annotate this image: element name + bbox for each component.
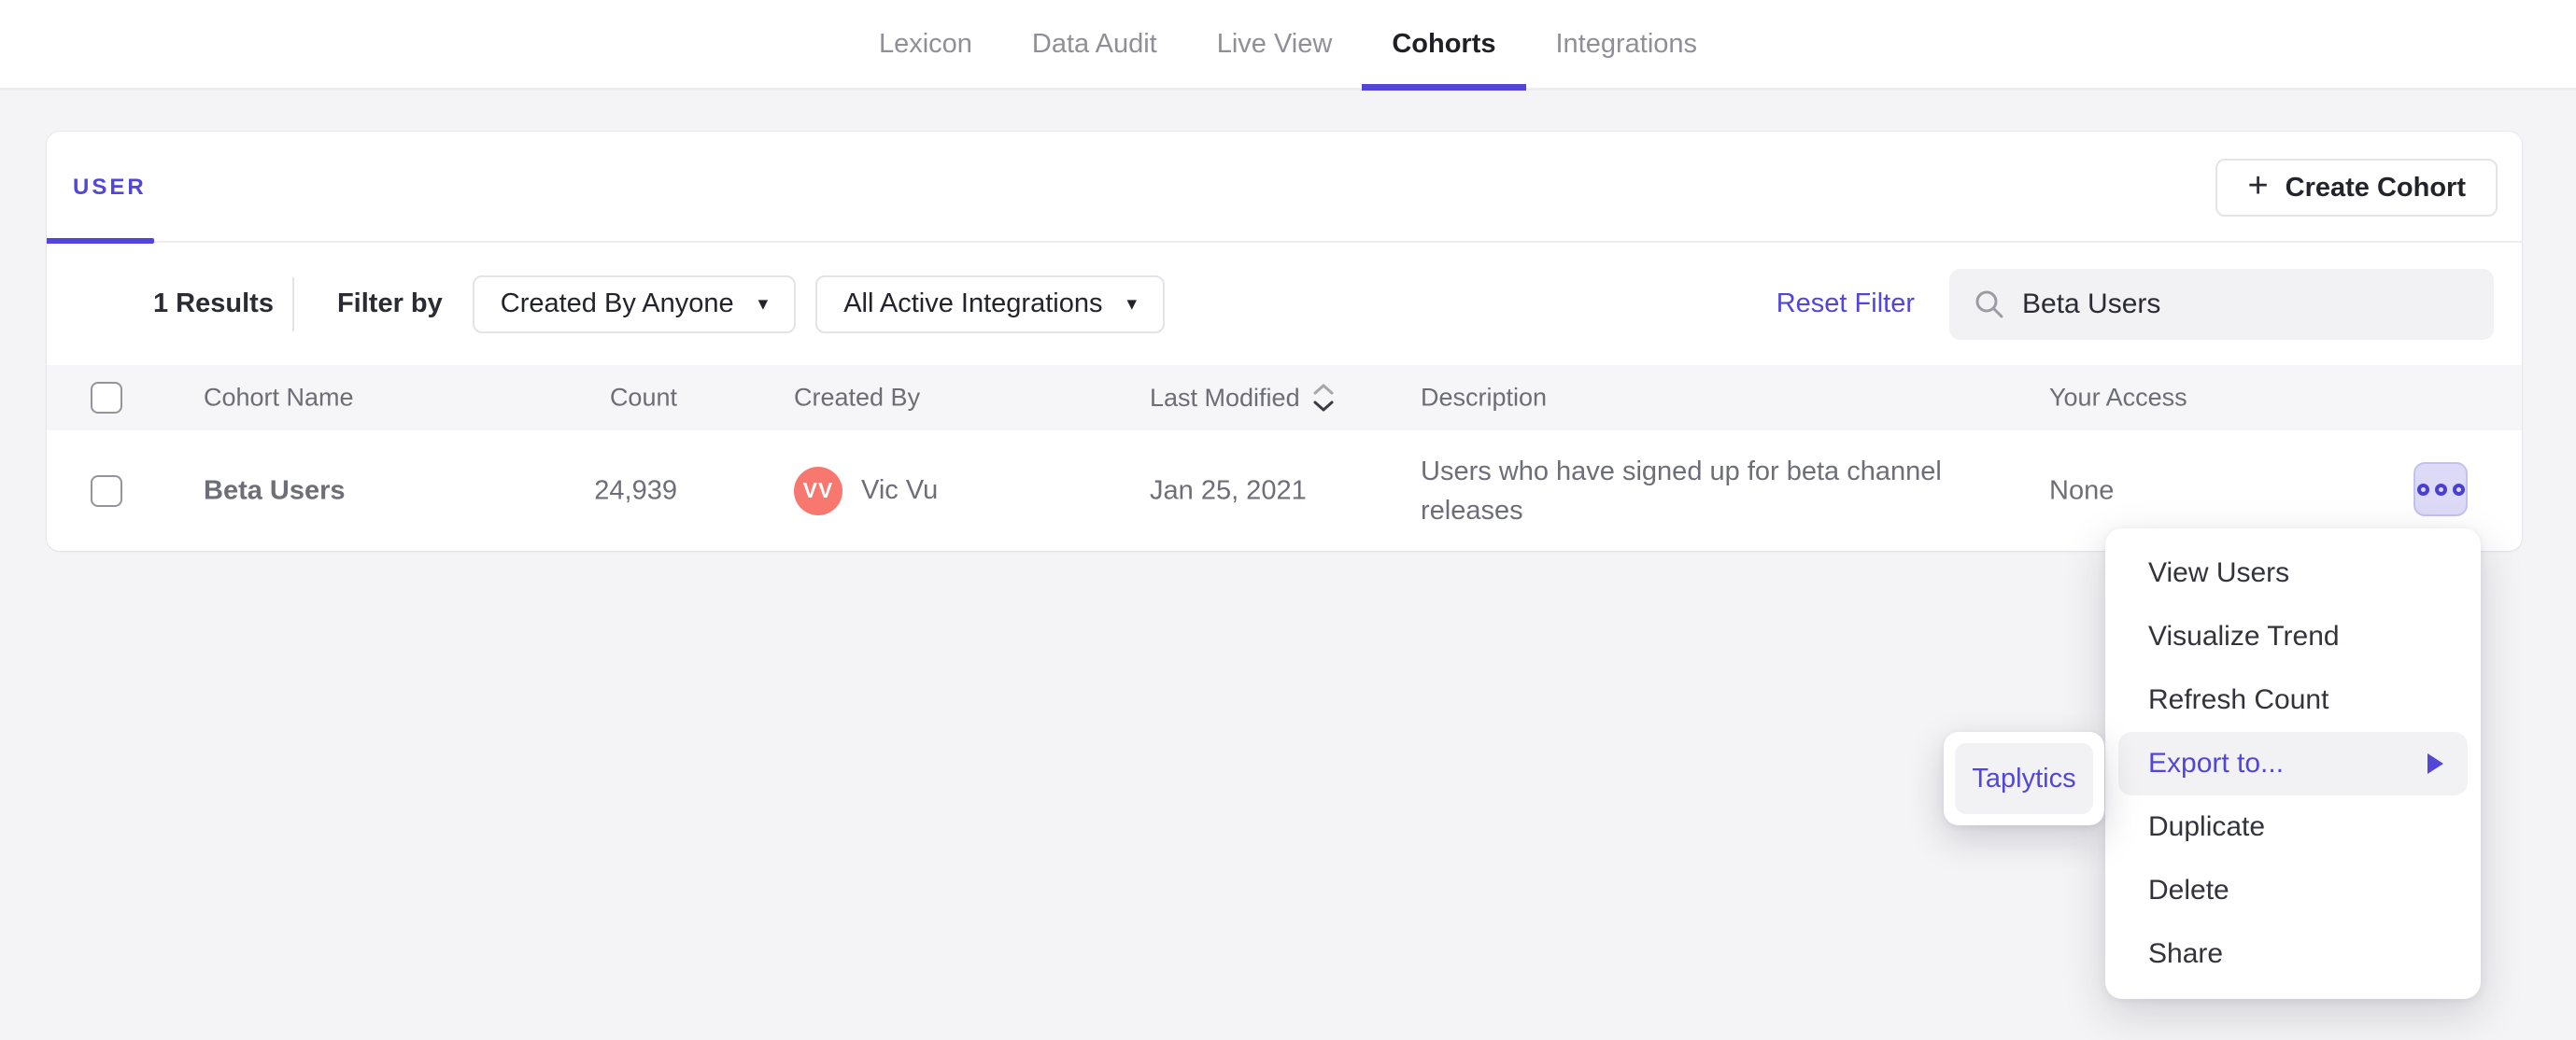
three-rings-icon: [2434, 483, 2447, 496]
top-nav: Lexicon Data Audit Live View Cohorts Int…: [0, 0, 2576, 91]
access-cell: None: [2049, 475, 2115, 505]
row-actions-button[interactable]: [2413, 462, 2468, 516]
nav-tab-cohorts[interactable]: Cohorts: [1362, 0, 1526, 91]
search-input[interactable]: [2022, 288, 2470, 320]
submenu-item-taplytics[interactable]: Taplytics: [1955, 743, 2093, 814]
menu-item-visualize-trend[interactable]: Visualize Trend: [2105, 605, 2481, 668]
three-rings-icon: [2452, 483, 2465, 496]
table-header: Cohort Name Count Created By Last Modifi…: [47, 365, 2522, 430]
right-triangle-icon: [2427, 753, 2443, 774]
menu-item-delete[interactable]: Delete: [2105, 859, 2481, 922]
filter-by-label: Filter by: [336, 288, 443, 318]
nav-tab-live-view[interactable]: Live View: [1187, 0, 1363, 88]
create-cohort-label: Create Cohort: [2285, 172, 2466, 203]
cohort-count: 24,939: [594, 475, 677, 505]
header-created-by: Created By: [794, 383, 921, 412]
three-rings-icon: [2416, 483, 2429, 496]
create-cohort-button[interactable]: + Create Cohort: [2215, 159, 2498, 217]
tab-user[interactable]: USER: [73, 132, 147, 243]
filter-divider: [291, 276, 294, 331]
integrations-dropdown-value: All Active Integrations: [843, 288, 1103, 318]
results-count: 1 Results: [153, 288, 274, 318]
nav-tab-data-audit[interactable]: Data Audit: [1002, 0, 1187, 88]
cohort-name-link[interactable]: Beta Users: [204, 475, 346, 506]
sort-chevrons-icon: [1311, 381, 1336, 415]
menu-item-share[interactable]: Share: [2105, 922, 2481, 986]
cohort-type-tabs: USER + Create Cohort: [47, 132, 2522, 244]
created-by-dropdown[interactable]: Created By Anyone ▾: [472, 274, 797, 333]
header-cohort-name: Cohort Name: [204, 383, 354, 412]
nav-tab-label: Data Audit: [1031, 28, 1157, 59]
menu-item-refresh-count[interactable]: Refresh Count: [2105, 668, 2481, 732]
export-submenu: Taplytics: [1944, 732, 2104, 825]
active-tab-underline: [1362, 84, 1526, 91]
header-last-modified[interactable]: Last Modified: [1150, 381, 1336, 415]
avatar: VV: [794, 466, 842, 515]
cohorts-panel: USER + Create Cohort 1 Results Filter by…: [47, 132, 2522, 551]
tab-user-label: USER: [73, 174, 147, 200]
nav-tab-label: Live View: [1216, 28, 1333, 59]
search-icon: [1974, 288, 2005, 320]
nav-tab-label: Cohorts: [1392, 28, 1496, 59]
creator-name: Vic Vu: [861, 475, 939, 505]
filter-bar: 1 Results Filter by Created By Anyone ▾ …: [47, 243, 2522, 365]
nav-tab-lexicon[interactable]: Lexicon: [849, 0, 1002, 88]
header-last-modified-label: Last Modified: [1150, 383, 1300, 412]
menu-item-export-to[interactable]: Export to...: [2118, 732, 2468, 795]
select-all-checkbox[interactable]: [91, 382, 122, 414]
created-by-cell: VV Vic Vu: [794, 466, 939, 515]
nav-tab-label: Integrations: [1555, 28, 1698, 59]
created-by-dropdown-value: Created By Anyone: [500, 288, 734, 318]
header-description: Description: [1421, 383, 1548, 412]
nav-tab-label: Lexicon: [878, 28, 972, 59]
description-cell: Users who have signed up for beta channe…: [1421, 456, 1942, 526]
menu-item-view-users[interactable]: View Users: [2105, 541, 2481, 605]
last-modified-cell: Jan 25, 2021: [1150, 475, 1307, 505]
integrations-dropdown[interactable]: All Active Integrations ▾: [815, 274, 1166, 333]
nav-tab-integrations[interactable]: Integrations: [1526, 0, 1728, 88]
header-your-access: Your Access: [2049, 383, 2187, 412]
search-box[interactable]: [1949, 268, 2494, 340]
caret-down-icon: ▾: [757, 293, 769, 315]
reset-filter-link[interactable]: Reset Filter: [1776, 288, 1915, 319]
plus-icon: +: [2247, 166, 2269, 205]
caret-down-icon: ▾: [1126, 293, 1138, 315]
row-checkbox[interactable]: [91, 474, 122, 507]
menu-item-duplicate[interactable]: Duplicate: [2105, 795, 2481, 859]
header-count: Count: [609, 383, 677, 412]
menu-item-export-label: Export to...: [2148, 748, 2285, 779]
row-context-menu: View Users Visualize Trend Refresh Count…: [2105, 528, 2481, 999]
